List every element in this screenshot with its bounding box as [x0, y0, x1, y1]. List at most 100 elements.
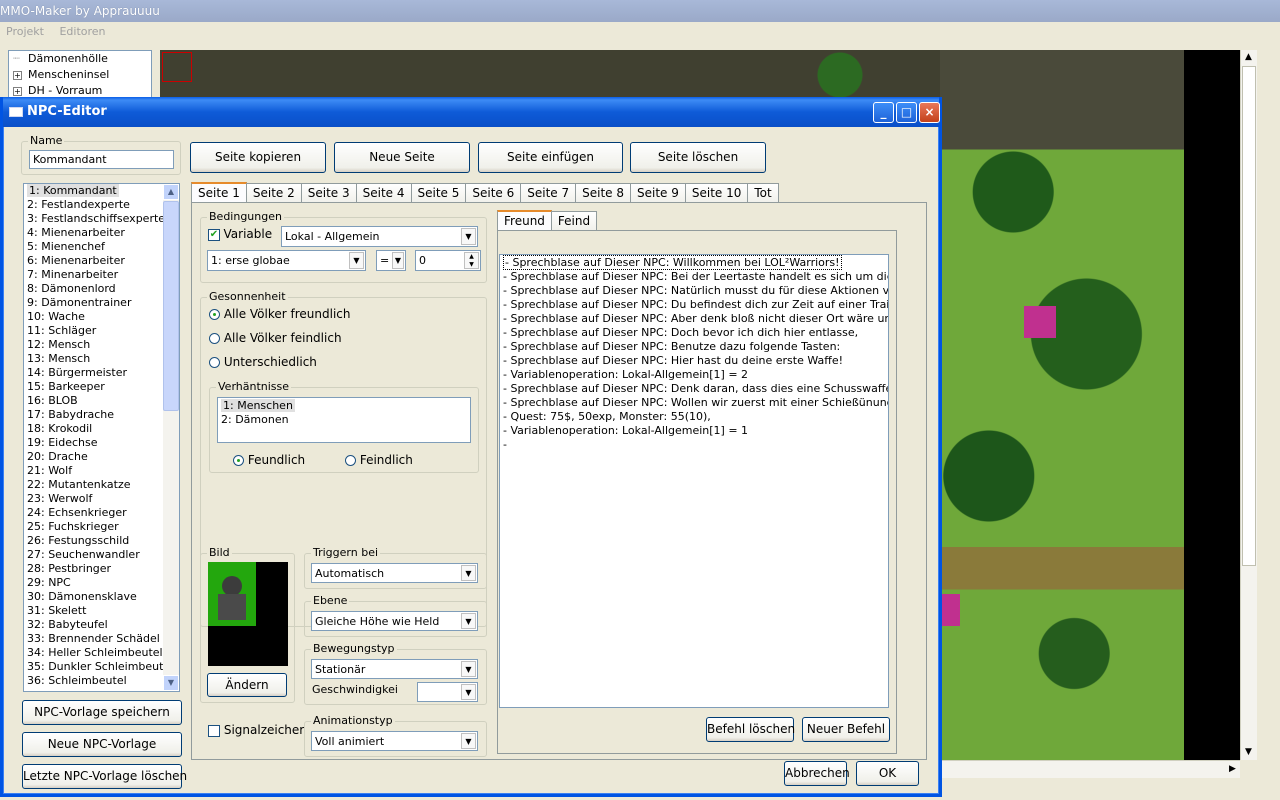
friendly-radio[interactable]: Feundlich: [233, 453, 305, 467]
command-list-item[interactable]: - Sprechblase auf Dieser NPC: Benutze da…: [500, 340, 888, 354]
scroll-down-icon[interactable]: ▼: [1241, 745, 1256, 760]
npc-list-item[interactable]: 1: Kommandant: [24, 184, 179, 198]
tab-page[interactable]: Seite 1: [191, 182, 247, 203]
insert-page-button[interactable]: Seite einfügen: [478, 142, 623, 173]
npc-list-item[interactable]: 28: Pestbringer: [24, 562, 179, 576]
tab-page[interactable]: Seite 10: [684, 183, 749, 203]
npc-list-item[interactable]: 36: Schleimbeutel: [24, 674, 179, 688]
command-list-item[interactable]: - Sprechblase auf Dieser NPC: Du befinde…: [500, 298, 888, 312]
npc-list-item[interactable]: 27: Seuchenwandler: [24, 548, 179, 562]
cancel-button[interactable]: Abbrechen: [784, 761, 850, 786]
expand-icon[interactable]: +: [13, 70, 22, 80]
relations-list[interactable]: 1: Menschen 2: Dämonen: [217, 397, 471, 443]
scroll-right-icon[interactable]: ▶: [1225, 762, 1240, 777]
npc-list-item[interactable]: 17: Babydrache: [24, 408, 179, 422]
operator-select[interactable]: = ▼: [376, 250, 406, 271]
npc-list-item[interactable]: 35: Dunkler Schleimbeutel: [24, 660, 179, 674]
attitude-option[interactable]: Unterschiedlich: [209, 355, 317, 369]
tree-item[interactable]: ┈ Dämonenhölle: [9, 51, 151, 67]
speed-select[interactable]: ▼: [417, 682, 478, 702]
npc-list-item[interactable]: 11: Schläger: [24, 324, 179, 338]
npc-list-item[interactable]: 9: Dämonentrainer: [24, 296, 179, 310]
list-item[interactable]: 2: Dämonen: [218, 413, 470, 427]
scroll-up-icon[interactable]: ▲: [1241, 50, 1256, 65]
new-command-button[interactable]: Neuer Befehl: [802, 717, 890, 742]
npc-list-item[interactable]: 20: Drache: [24, 450, 179, 464]
command-list[interactable]: - Sprechblase auf Dieser NPC: Willkommen…: [499, 254, 889, 708]
map-vscrollbar[interactable]: ▲ ▼: [1240, 50, 1257, 760]
npc-list-item[interactable]: 31: Skelett: [24, 604, 179, 618]
npc-list-item[interactable]: 34: Heller Schleimbeutel: [24, 646, 179, 660]
hostile-radio[interactable]: Feindlich: [345, 453, 413, 467]
command-list-item[interactable]: -: [500, 438, 888, 452]
change-image-button[interactable]: Ändern: [207, 673, 287, 697]
npc-list-scrollbar[interactable]: ▲ ▼: [163, 184, 179, 691]
tab-page[interactable]: Seite 2: [245, 183, 302, 203]
animation-select[interactable]: Voll animiert ▼: [311, 731, 478, 751]
attitude-option[interactable]: Alle Völker freundlich: [209, 307, 350, 321]
npc-list-item[interactable]: 7: Minenarbeiter: [24, 268, 179, 282]
npc-list-item[interactable]: 3: Festlandschiffsexperte: [24, 212, 179, 226]
tab-page[interactable]: Seite 5: [410, 183, 467, 203]
tab-enemy[interactable]: Feind: [550, 211, 598, 231]
movement-select[interactable]: Stationär ▼: [311, 659, 478, 679]
new-page-button[interactable]: Neue Seite: [334, 142, 470, 173]
command-list-item[interactable]: - Quest: 75$, 50exp, Monster: 55(10),: [500, 410, 888, 424]
npc-list-item[interactable]: 23: Werwolf: [24, 492, 179, 506]
npc-list-item[interactable]: 32: Babyteufel: [24, 618, 179, 632]
tab-page[interactable]: Seite 8: [575, 183, 631, 203]
command-list-item[interactable]: - Sprechblase auf Dieser NPC: Willkommen…: [500, 255, 888, 270]
command-list-item[interactable]: - Sprechblase auf Dieser NPC: Natürlich …: [500, 284, 888, 298]
npc-list-item[interactable]: 21: Wolf: [24, 464, 179, 478]
maximize-icon[interactable]: □: [896, 102, 917, 123]
npc-list-item[interactable]: 24: Echsenkrieger: [24, 506, 179, 520]
signal-checkbox[interactable]: Signalzeicher: [208, 723, 304, 737]
tab-page[interactable]: Tot: [747, 183, 779, 203]
delete-template-button[interactable]: Letzte NPC-Vorlage löschen: [22, 764, 187, 789]
scroll-up-icon[interactable]: ▲: [163, 184, 179, 200]
command-list-item[interactable]: - Sprechblase auf Dieser NPC: Hier hast …: [500, 354, 888, 368]
npc-list-item[interactable]: 8: Dämonenlord: [24, 282, 179, 296]
scroll-thumb[interactable]: [1242, 66, 1256, 566]
npc-list-item[interactable]: 10: Wache: [24, 310, 179, 324]
npc-list-item[interactable]: 25: Fuchskrieger: [24, 520, 179, 534]
value-stepper[interactable]: 0 ▲ ▼: [415, 250, 481, 271]
npc-list-item[interactable]: 33: Brennender Schädel: [24, 632, 179, 646]
tab-page[interactable]: Seite 7: [520, 183, 577, 203]
npc-list-item[interactable]: 4: Mienenarbeiter: [24, 226, 179, 240]
new-template-button[interactable]: Neue NPC-Vorlage: [22, 732, 182, 757]
menu-projekt[interactable]: Projekt: [0, 22, 50, 41]
save-template-button[interactable]: NPC-Vorlage speichern: [22, 700, 182, 725]
npc-list-item[interactable]: 6: Mienenarbeiter: [24, 254, 179, 268]
tab-page[interactable]: Seite 6: [465, 183, 522, 203]
copy-page-button[interactable]: Seite kopieren: [190, 142, 326, 173]
command-list-item[interactable]: - Variablenoperation: Lokal-Allgemein[1]…: [500, 368, 888, 382]
npc-list-item[interactable]: 2: Festlandexperte: [24, 198, 179, 212]
list-item[interactable]: 1: Menschen: [218, 399, 470, 413]
command-list-item[interactable]: - Variablenoperation: Lokal-Allgemein[1]…: [500, 424, 888, 438]
npc-list[interactable]: 1: Kommandant 2: Festlandexperte 3: Festla…: [23, 183, 180, 692]
variable-select[interactable]: 1: erse globae ▼: [207, 250, 366, 271]
menu-editoren[interactable]: Editoren: [53, 22, 111, 41]
npc-list-item[interactable]: 19: Eidechse: [24, 436, 179, 450]
scroll-down-icon[interactable]: ▼: [163, 675, 179, 691]
npc-list-item[interactable]: 30: Dämonensklave: [24, 590, 179, 604]
npc-list-item[interactable]: 13: Mensch: [24, 352, 179, 366]
tab-page[interactable]: Seite 9: [630, 183, 686, 203]
delete-command-button[interactable]: Befehl löschen: [706, 717, 795, 742]
ok-button[interactable]: OK: [856, 761, 919, 786]
npc-list-item[interactable]: 26: Festungsschild: [24, 534, 179, 548]
command-list-item[interactable]: - Sprechblase auf Dieser NPC: Denk daran…: [500, 382, 888, 396]
tree-item[interactable]: + Menscheninsel: [9, 67, 151, 83]
scroll-thumb[interactable]: [163, 201, 179, 411]
command-list-item[interactable]: - Sprechblase auf Dieser NPC: Wollen wir…: [500, 396, 888, 410]
map-hscrollbar[interactable]: ▶: [940, 760, 1240, 778]
delete-page-button[interactable]: Seite löschen: [630, 142, 766, 173]
command-list-item[interactable]: - Sprechblase auf Dieser NPC: Aber denk …: [500, 312, 888, 326]
variable-checkbox[interactable]: ✔ Variable: [208, 227, 272, 241]
tab-page[interactable]: Seite 4: [355, 183, 412, 203]
command-list-item[interactable]: - Sprechblase auf Dieser NPC: Doch bevor…: [500, 326, 888, 340]
tab-friend[interactable]: Freund: [497, 210, 552, 231]
attitude-option[interactable]: Alle Völker feindlich: [209, 331, 342, 345]
npc-list-item[interactable]: 5: Mienenchef: [24, 240, 179, 254]
